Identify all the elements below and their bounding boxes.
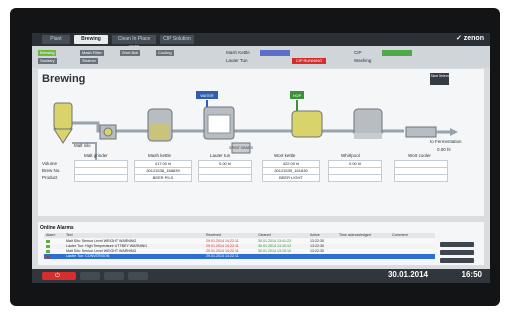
equipment-header-whirlpool: Whirlpool — [341, 153, 360, 158]
bottom-bar: ⏻ 30.01.2014 16:50 — [32, 269, 490, 283]
power-button[interactable]: ⏻ — [42, 272, 76, 280]
wort-cooler-product — [394, 174, 448, 182]
malt-silo-label: Malt silo — [74, 143, 91, 148]
equipment-header-wort-kettle: Wort kettle — [274, 153, 296, 158]
wort-kettle-product: BEER LIGHT — [262, 174, 320, 182]
subnav-strainer[interactable]: Strainer — [80, 58, 99, 64]
subnav-mash-filter[interactable]: Mash Filter — [80, 50, 104, 56]
bottom-button-2[interactable] — [104, 272, 124, 280]
alarm-side-button-2[interactable] — [440, 250, 474, 255]
alarm-header-comment: Comment — [392, 233, 408, 237]
alarm-header-active: Active — [310, 233, 320, 237]
page-title: Brewing — [42, 73, 86, 85]
power-icon: ⏻ — [55, 273, 60, 279]
equipment-header-malt-grinder: Malt grinder — [84, 153, 108, 158]
subnavigation-bar: Brewing Mash Filter Wort Boil Cooling Sa… — [32, 46, 490, 68]
alarm-table-header — [44, 233, 435, 238]
mash-kettle[interactable] — [147, 108, 173, 142]
tab-cip-solution[interactable]: CIP Solution — [160, 35, 194, 44]
row-label-product: Product — [42, 175, 58, 180]
alarm-header-text: Text — [66, 233, 73, 237]
top-navigation-bar: Plant Brewing Clean In Place (CIP) CIP S… — [32, 33, 490, 51]
tab-cip[interactable]: Clean In Place (CIP) — [112, 35, 156, 51]
hop-tag: HOP — [293, 94, 302, 98]
alarm-status-icon — [46, 240, 50, 243]
screen: Plant Brewing Clean In Place (CIP) CIP S… — [32, 33, 490, 283]
subnav-brewing[interactable]: Brewing — [38, 50, 57, 56]
equipment-header-lauter-tun: Lauter tun — [210, 153, 231, 158]
wort-kettle[interactable] — [291, 110, 323, 138]
current-date: 30.01.2014 — [387, 270, 428, 279]
malt-grinder-product — [74, 174, 128, 182]
spent-grains-label: SPENT GRAINS — [229, 146, 253, 150]
status-washing: Washing — [354, 58, 372, 63]
water-tag: WATER — [200, 94, 214, 98]
status-right-label: CIP — [354, 50, 362, 55]
alarm-header-time-ack: Time acknowledged — [339, 233, 371, 237]
to-fermentation-value: 0.00 hl — [437, 147, 451, 152]
alarm-panel-title: Online Alarms — [40, 225, 74, 231]
alarm-side-button-3[interactable] — [440, 258, 474, 263]
alarm-status-icon — [46, 255, 50, 258]
subnav-wort-boil[interactable]: Wort Boil — [120, 50, 141, 56]
wort-cooler[interactable] — [405, 126, 458, 138]
status-blue — [260, 50, 290, 56]
whirlpool-product — [328, 174, 382, 182]
status-green — [382, 50, 412, 56]
subnav-sanitary[interactable]: Sanitary — [38, 58, 57, 64]
alarm-side-button-1[interactable] — [440, 242, 474, 247]
status-red-chip: CIP RUNNING — [292, 58, 326, 64]
alarm-status-icon — [46, 250, 50, 253]
row-label-brew-no: Brew No. — [42, 168, 61, 173]
to-fermentation-label: to Fermentation — [430, 139, 462, 144]
bottom-button-1[interactable] — [80, 272, 100, 280]
mash-kettle-product: BEER PILS — [134, 174, 192, 182]
equipment-header-mash-kettle: Mash kettle — [148, 153, 172, 158]
brand-logo: ✓ zenon — [455, 35, 484, 42]
alarm-status-icon — [46, 245, 50, 248]
start-select-button[interactable]: Start Select — [430, 73, 449, 85]
status-left-label: Mash Kettle — [226, 50, 250, 55]
lauter-tun-product — [198, 174, 252, 182]
whirlpool[interactable] — [353, 108, 383, 139]
status-mid-label: Lauter Tun — [226, 58, 248, 63]
alarm-header-cleared: Cleared — [258, 233, 271, 237]
alarm-received: 29.01.2014 14:22:11 — [206, 254, 239, 258]
equipment-header-wort-cooler: Wort cooler — [408, 153, 431, 158]
tab-plant[interactable]: Plant — [42, 35, 70, 44]
alarm-header-received: Received — [206, 233, 221, 237]
check-icon: ✓ — [455, 35, 462, 42]
bottom-button-3[interactable] — [128, 272, 148, 280]
tab-brewing[interactable]: Brewing — [74, 35, 108, 44]
alarm-row-selected[interactable]: Lauter Tun: CONVERSION 29.01.2014 14:22:… — [44, 254, 435, 259]
current-time: 16:50 — [461, 270, 482, 279]
lauter-tun[interactable] — [203, 106, 235, 140]
malt-grinder[interactable] — [99, 124, 117, 140]
subnav-cooling[interactable]: Cooling — [156, 50, 174, 56]
row-label-volume: Volume — [42, 161, 58, 166]
alarm-text: Lauter Tun: CONVERSION — [66, 254, 110, 258]
alarm-header-alarm: Alarm — [46, 233, 56, 237]
